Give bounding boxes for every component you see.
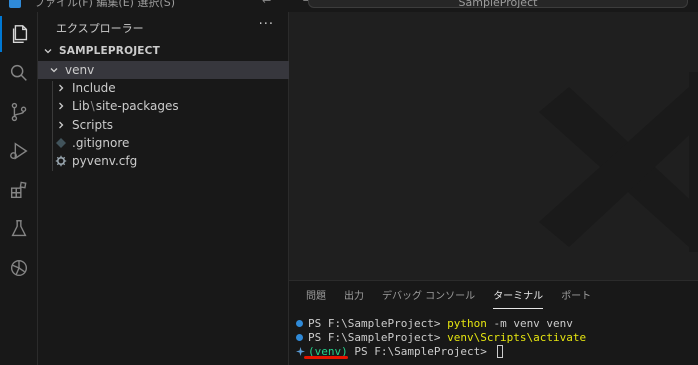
tree-item-label: Lib (72, 99, 90, 113)
panel-tabs: 問題 出力 デバッグ コンソール ターミナル ポート (289, 289, 591, 309)
bottom-panel: 問題 出力 デバッグ コンソール ターミナル ポート PS F:\SampleP… (289, 280, 698, 365)
tree-item-include[interactable]: Include (38, 79, 289, 97)
tab-terminal[interactable]: ターミナル (493, 289, 544, 309)
tree-item-gitignore[interactable]: .gitignore (38, 134, 289, 152)
tab-problems[interactable]: 問題 (306, 289, 326, 309)
sparkle-icon[interactable] (296, 347, 305, 356)
terminal-prompt: PS F:\SampleProject> (308, 317, 448, 330)
path-separator: \ (90, 99, 95, 113)
chevron-down-icon (50, 68, 58, 73)
tree-item-lib[interactable]: Lib \ site-packages (38, 97, 289, 115)
terminal-prompt: PS F:\SampleProject> (308, 331, 448, 344)
tree-root-sampleproject[interactable]: SAMPLEPROJECT (38, 42, 289, 60)
explorer-icon[interactable] (0, 16, 38, 52)
tree-item-label: .gitignore (72, 136, 130, 150)
tab-ports[interactable]: ポート (561, 289, 591, 309)
extensions-icon[interactable] (0, 172, 38, 208)
terminal-prompt: PS F:\SampleProject> (347, 345, 494, 358)
terminal-line: PS F:\SampleProject> python -m venv venv (296, 316, 573, 331)
explorer-sidebar: エクスプローラー ··· SAMPLEPROJECT venv Include … (38, 12, 289, 365)
command-decoration-icon[interactable] (296, 320, 303, 327)
chevron-right-icon (59, 121, 64, 129)
tree-item-label: pyvenv.cfg (72, 154, 138, 168)
search-icon[interactable] (0, 55, 38, 91)
terminal-command: python (447, 317, 487, 330)
command-center-search[interactable]: SampleProject (308, 0, 688, 9)
tree-item-label: Scripts (72, 118, 114, 132)
tree-item-scripts[interactable]: Scripts (38, 116, 289, 134)
red-underline-annotation (304, 356, 348, 359)
chevron-right-icon (59, 84, 64, 92)
vscode-logo-icon (9, 0, 21, 8)
tree-item-pyvenv-cfg[interactable]: pyvenv.cfg (38, 152, 289, 170)
tree-item-label: Include (72, 81, 116, 95)
gear-icon (55, 155, 67, 167)
terminal-command: venv\Scripts\activate (447, 331, 587, 344)
menu-bar[interactable]: ファイル(F) 編集(E) 選択(S) (34, 0, 175, 10)
vscode-watermark-icon (539, 72, 698, 252)
testing-flask-icon[interactable] (0, 211, 38, 247)
more-actions-icon[interactable]: ··· (259, 17, 274, 32)
activity-bar (0, 12, 38, 365)
tab-debug-console[interactable]: デバッグ コンソール (382, 289, 475, 309)
title-bar: ファイル(F) 編集(E) 選択(S) ← → SampleProject (0, 0, 698, 12)
explorer-title: エクスプローラー (56, 22, 144, 35)
terminal-cursor (497, 345, 504, 358)
tab-output[interactable]: 出力 (344, 289, 364, 309)
chevron-down-icon (44, 49, 52, 54)
root-label: SAMPLEPROJECT (59, 45, 160, 57)
terminal-args: -m venv venv (486, 317, 573, 330)
run-debug-icon[interactable] (0, 133, 38, 169)
editor-area (289, 12, 698, 280)
tree-item-label-2: site-packages (95, 99, 179, 113)
gitignore-file-icon (56, 138, 66, 148)
tree-item-venv[interactable]: venv (38, 61, 289, 79)
chevron-right-icon (59, 102, 64, 110)
search-text: SampleProject (458, 0, 538, 9)
command-decoration-icon[interactable] (296, 334, 303, 341)
chatgpt-icon[interactable] (0, 250, 38, 286)
source-control-icon[interactable] (0, 94, 38, 130)
terminal-line: PS F:\SampleProject> venv\Scripts\activa… (296, 330, 586, 345)
tree-item-label: venv (65, 63, 95, 77)
